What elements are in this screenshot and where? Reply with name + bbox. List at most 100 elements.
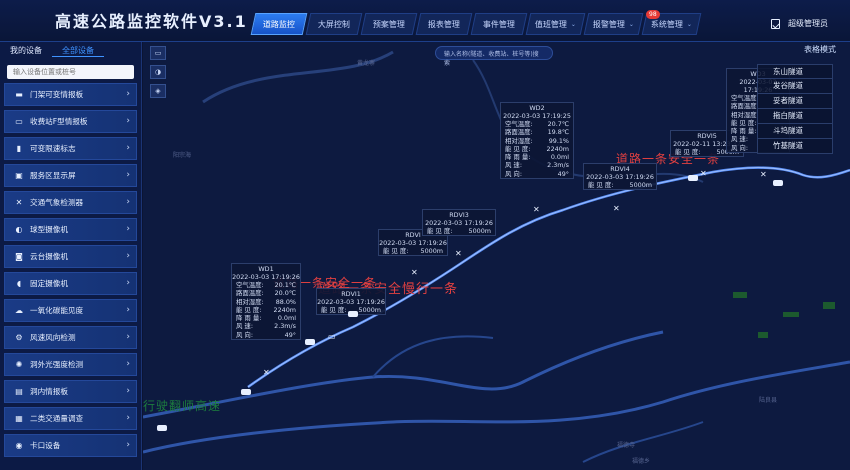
reading-value: 49° [284, 330, 296, 339]
tunnel-item[interactable]: 斗坞隧道 [757, 124, 833, 139]
sensor-reading-row: 相对湿度: 88.0% [232, 298, 300, 306]
nav-tab[interactable]: 值班管理 ⌄ [525, 13, 586, 35]
gantry-sign-icon: ▬ [15, 90, 23, 99]
alarm-count-badge: 98 [646, 10, 660, 19]
reading-label: 降 雨 量: [236, 314, 262, 323]
device-type-item[interactable]: ▭ 收费站F型情报板 › [4, 110, 137, 133]
device-type-label: 二类交通量调查 [30, 414, 84, 423]
weather-detector-icon: ✕ [15, 198, 23, 207]
dome-camera-icon: ◐ [15, 225, 23, 234]
reading-label: 风 速: [731, 135, 748, 144]
chevron-right-icon: › [126, 440, 130, 450]
sensor-reading-row: 能 见 度: 2240m [232, 306, 300, 314]
device-type-item[interactable]: ◉ 卡口设备 › [4, 434, 137, 457]
device-type-item[interactable]: ✕ 交通气象检测器 › [4, 191, 137, 214]
device-type-item[interactable]: ✺ 洞外光强度检测 › [4, 353, 137, 376]
reading-value: 5000m [358, 306, 382, 314]
road-name-label: 行驶翻师高速 [143, 399, 222, 413]
sensor-info-card[interactable]: WD1 2022-03-03 17:19:26 空气温度: 20.1℃ 路面温度: 20.… [231, 263, 301, 341]
sensor-reading-row: 降 雨 量: 0.0ml [232, 314, 300, 322]
vehicle-icon[interactable] [688, 175, 698, 181]
weather-station-icon[interactable]: ✕ [760, 170, 767, 179]
device-type-item[interactable]: ◐ 球型摄像机 › [4, 218, 137, 241]
tunnel-item[interactable]: 拖白隧道 [757, 109, 833, 124]
reading-label: 能 见 度: [675, 148, 701, 156]
device-type-item[interactable]: ◖ 固定摄像机 › [4, 272, 137, 295]
light-sensor-icon: ✺ [15, 360, 23, 369]
tab-all-devices[interactable]: 全部设备 [52, 43, 104, 57]
nav-tab-label: 系统管理 [651, 19, 684, 29]
reading-label: 风 速: [236, 322, 253, 331]
chevron-right-icon: › [126, 197, 130, 207]
nav-tab[interactable]: 报警管理 ⌄ [583, 13, 644, 35]
reading-label: 能 见 度: [321, 306, 347, 314]
vehicle-icon[interactable] [157, 425, 167, 431]
chevron-right-icon: › [126, 251, 130, 261]
weather-station-icon[interactable]: ✕ [455, 249, 462, 258]
device-type-item[interactable]: ☁ 一氧化碳能见度 › [4, 299, 137, 322]
device-type-item[interactable]: ▦ 二类交通量调查 › [4, 407, 137, 430]
vehicle-icon[interactable] [241, 389, 251, 395]
toll-sign-icon: ▭ [15, 117, 23, 126]
reading-value: 49° [557, 169, 569, 178]
nav-tab[interactable]: 道路监控 [250, 13, 308, 35]
tunnel-item[interactable]: 竹基隧道 [757, 139, 833, 154]
nav-tab[interactable]: 大屏控制 [305, 13, 363, 35]
reading-value: 20.1℃ [274, 281, 296, 289]
device-type-label: 洞外光强度检测 [30, 360, 84, 369]
reading-value: 2240m [273, 305, 297, 314]
weather-station-icon[interactable]: ✕ [533, 205, 540, 214]
reading-label: 能 见 度: [427, 227, 453, 235]
weather-station-icon[interactable]: ✕ [700, 169, 707, 178]
device-type-item[interactable]: ▮ 可变限速标志 › [4, 137, 137, 160]
layers-icon[interactable]: ◈ [150, 84, 166, 98]
sensor-info-card[interactable]: WD2 2022-03-03 17:19:25 空气温度: 20.7℃ 路面温度: 19.… [500, 102, 574, 180]
reading-value: 5000m [468, 227, 492, 235]
weather-station-icon[interactable]: ✕ [411, 268, 418, 277]
device-type-item[interactable]: ◙ 云台摄像机 › [4, 245, 137, 268]
compass-icon[interactable]: ◑ [150, 65, 166, 79]
chevron-right-icon: › [126, 278, 130, 288]
device-type-item[interactable]: ▤ 洞内情报板 › [4, 380, 137, 403]
tunnel-item[interactable]: 妥者隧道 [757, 94, 833, 109]
nav-tab[interactable]: 事件管理 [470, 13, 528, 35]
sensor-name: WD1 [258, 265, 274, 273]
weather-station-icon[interactable]: ✕ [263, 368, 270, 377]
sensor-reading-row: 风 速: 2.3m/s [501, 161, 573, 169]
vehicle-icon[interactable] [348, 311, 358, 317]
sensor-info-card[interactable]: RDVI3 2022-03-03 17:19:26 能 见 度: 5000m [422, 209, 496, 237]
vehicle-icon[interactable] [773, 180, 783, 186]
reading-value: 20.7℃ [547, 120, 569, 128]
sensor-reading-row: 能 见 度: 5000m [423, 227, 495, 235]
user-menu[interactable]: 超级管理员 [771, 18, 828, 29]
sensor-reading-row: 能 见 度: 5000m [379, 247, 447, 255]
sensor-info-card[interactable]: RDVI4 2022-03-03 17:19:26 能 见 度: 5000m [583, 163, 657, 191]
reading-label: 降 雨 量: [731, 127, 757, 136]
map-search-input[interactable]: 输入名称(隧道、收费站、桩号等)搜索 [435, 46, 553, 67]
keyboard-icon[interactable]: ▭ [150, 46, 166, 60]
device-type-item[interactable]: ⚙ 风速风向检测 › [4, 326, 137, 349]
table-mode-toggle[interactable]: 表格模式 [804, 44, 836, 55]
tab-my-devices[interactable]: 我的设备 [0, 43, 52, 57]
tunnel-item[interactable]: 发谷隧道 [757, 79, 833, 94]
nav-tab[interactable]: 报表管理 [415, 13, 473, 35]
reading-label: 降 雨 量: [505, 153, 531, 162]
device-type-label: 固定摄像机 [30, 279, 68, 288]
camera-icon[interactable]: ▭ [328, 332, 336, 341]
tunnel-item[interactable]: 东山隧道 [757, 64, 833, 79]
place-label: 福德寺 [617, 442, 636, 449]
vehicle-icon[interactable] [305, 339, 315, 345]
sensor-name: RDVI1 [341, 290, 361, 298]
terrain-patch [783, 312, 799, 317]
device-type-item[interactable]: ▬ 门架可变情报板 › [4, 83, 137, 106]
reading-label: 路面温度: [236, 289, 264, 298]
device-search-input[interactable] [7, 65, 134, 79]
chevron-right-icon: › [126, 143, 130, 153]
device-type-item[interactable]: ▣ 服务区显示屏 › [4, 164, 137, 187]
nav-tab[interactable]: 预案管理 [360, 13, 418, 35]
reading-value: 20.0℃ [274, 289, 296, 298]
map-view[interactable]: 输入名称(隧道、收费站、桩号等)搜索 ▭ ◑ ◈ 表格模式 黄龙寨 陆良县 福德… [143, 42, 850, 470]
reading-value: 19.8℃ [547, 128, 569, 137]
reading-value: 88.0% [275, 297, 296, 306]
weather-station-icon[interactable]: ✕ [613, 204, 620, 213]
